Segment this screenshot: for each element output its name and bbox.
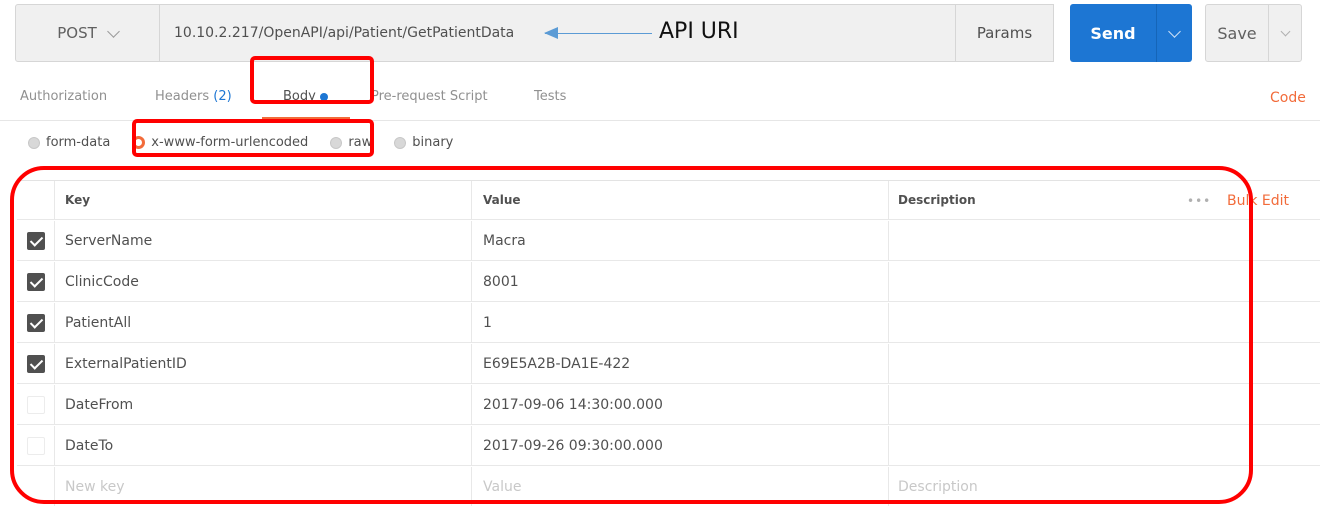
- chevron-down-icon: [106, 24, 120, 38]
- method-select[interactable]: POST: [15, 4, 160, 62]
- params-button[interactable]: Params: [955, 4, 1054, 62]
- tab-label: Tests: [534, 89, 567, 104]
- tab-label: Authorization: [20, 89, 108, 104]
- tab-label: Headers: [155, 89, 210, 104]
- send-options-button[interactable]: [1156, 4, 1192, 62]
- send-button[interactable]: Send: [1070, 4, 1156, 62]
- radio-label: binary: [412, 135, 454, 150]
- radio-form-data[interactable]: form-data: [28, 135, 110, 150]
- save-button[interactable]: Save: [1205, 4, 1269, 62]
- method-label: POST: [57, 24, 97, 42]
- tab-pre-request-script[interactable]: Pre-request Script: [371, 89, 488, 104]
- chevron-down-icon: [1168, 24, 1181, 38]
- tab-tests[interactable]: Tests: [534, 89, 566, 104]
- annotation-highlight-body-tab: [250, 56, 374, 104]
- radio-label: form-data: [46, 135, 111, 150]
- headers-count-badge: (2): [213, 89, 232, 104]
- annotation-arrow-icon: [544, 27, 652, 39]
- radio-icon: [28, 136, 40, 149]
- url-value: 10.10.2.217/OpenAPI/api/Patient/GetPatie…: [174, 25, 515, 41]
- api-uri-annotation: API URI: [659, 19, 739, 44]
- tab-headers[interactable]: Headers (2): [155, 89, 232, 104]
- save-options-button[interactable]: [1268, 4, 1302, 62]
- radio-binary[interactable]: binary: [394, 135, 453, 150]
- chevron-down-icon: [1280, 26, 1290, 36]
- code-link[interactable]: Code: [1270, 90, 1306, 106]
- annotation-highlight-urlencoded: [132, 119, 374, 157]
- annotation-highlight-table: [10, 166, 1253, 504]
- radio-icon: [394, 136, 407, 149]
- tab-authorization[interactable]: Authorization: [20, 89, 107, 104]
- tab-label: Pre-request Script: [371, 89, 488, 104]
